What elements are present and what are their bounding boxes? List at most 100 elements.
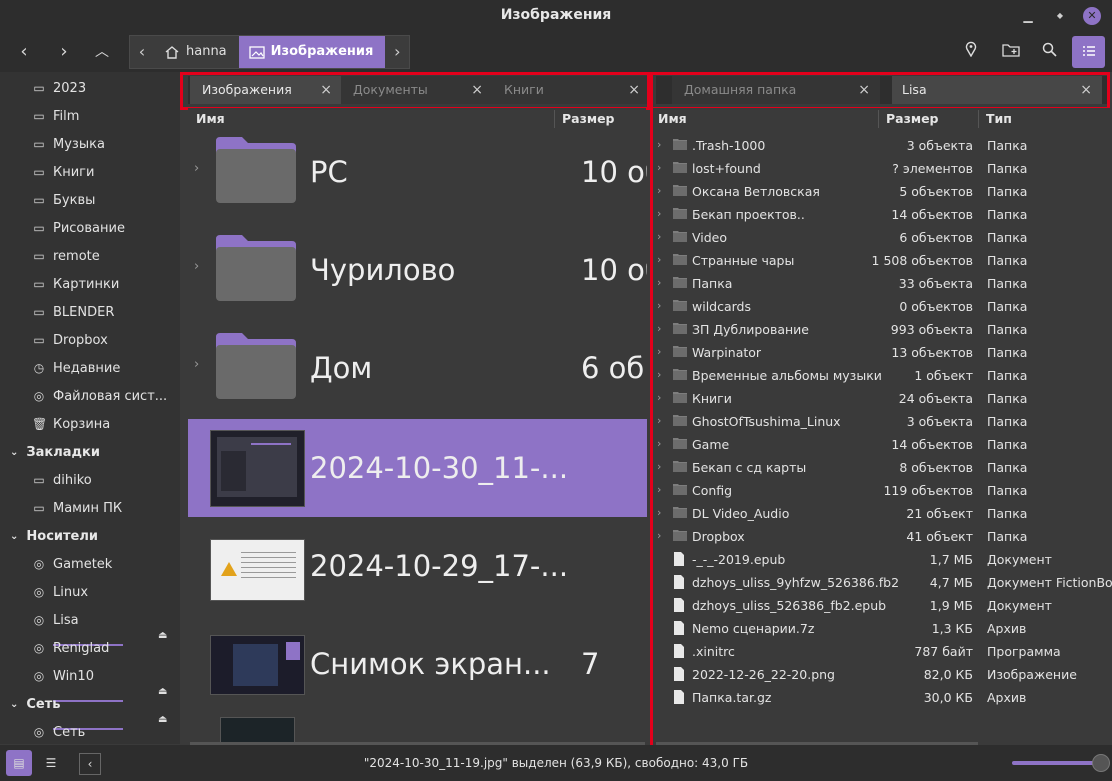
table-row[interactable]: -_-_-2019.epub 1,7 МБ Документ <box>653 548 1112 571</box>
table-row[interactable]: › Временные альбомы музыки 1 объект Папка <box>653 364 1112 387</box>
expand-icon[interactable]: › <box>657 506 661 519</box>
expand-icon[interactable]: › <box>657 253 661 266</box>
list-item-selected[interactable]: 2024-10-30_11-... <box>188 419 647 517</box>
expand-icon[interactable]: › <box>657 322 661 335</box>
back-icon[interactable]: ‹ <box>9 37 39 67</box>
column-name[interactable]: Имя <box>658 111 687 126</box>
table-row[interactable]: › Бекап проектов.. 14 объектов Папка <box>653 203 1112 226</box>
minimize-icon[interactable]: ▁ <box>1018 6 1038 26</box>
table-row[interactable]: Папка.tar.gz 30,0 КБ Архив <box>653 686 1112 709</box>
sidebar-item-reniglad[interactable]: ◎ Reniglad <box>32 637 110 659</box>
sidebar-item-film[interactable]: ▭ Film <box>32 105 79 127</box>
table-row[interactable]: › Папка 33 объекта Папка <box>653 272 1112 295</box>
close-window-icon[interactable]: ✕ <box>1083 7 1101 25</box>
table-row[interactable]: .xinitrc 787 байт Программа <box>653 640 1112 663</box>
expand-icon[interactable]: › <box>657 230 661 243</box>
table-row[interactable]: Nemo сценарии.7z 1,3 КБ Архив <box>653 617 1112 640</box>
expand-icon[interactable]: › <box>657 207 661 220</box>
table-row[interactable]: › Бекап с сд карты 8 объектов Папка <box>653 456 1112 479</box>
expand-icon[interactable]: › <box>657 414 661 427</box>
sidebar-item-drawing[interactable]: ▭ Рисование <box>32 217 125 239</box>
eject-icon[interactable]: ⏏ <box>158 714 167 725</box>
sidebar-item-remote[interactable]: ▭ remote <box>32 245 99 267</box>
up-icon[interactable]: ︿ <box>87 37 117 67</box>
table-row[interactable]: › Video 6 объектов Папка <box>653 226 1112 249</box>
location-pin-icon[interactable] <box>956 37 986 67</box>
sidebar-item-pictures[interactable]: ▭ Картинки <box>32 273 119 295</box>
expand-icon[interactable]: › <box>194 357 199 372</box>
breadcrumb-left-icon[interactable]: ‹ <box>130 36 154 68</box>
forward-icon[interactable]: › <box>49 37 79 67</box>
sidebar-item-dropbox[interactable]: ▭ Dropbox <box>32 329 107 351</box>
expand-icon[interactable]: › <box>657 345 661 358</box>
table-row[interactable]: › .Trash-1000 3 объекта Папка <box>653 134 1112 157</box>
sidebar-item-books[interactable]: ▭ Книги <box>32 161 94 183</box>
zoom-slider-handle[interactable] <box>1092 754 1110 772</box>
breadcrumb-pictures[interactable]: Изображения <box>238 36 386 68</box>
sidebar-item-music[interactable]: ▭ Музыка <box>32 133 105 155</box>
expand-icon[interactable]: › <box>194 259 199 274</box>
column-size[interactable]: Размер <box>562 111 615 126</box>
expand-icon[interactable]: › <box>657 460 661 473</box>
expand-icon[interactable]: › <box>657 437 661 450</box>
table-row[interactable]: › Warpinator 13 объектов Папка <box>653 341 1112 364</box>
column-name[interactable]: Имя <box>196 111 225 126</box>
list-item[interactable]: Снимок экран... 7 <box>188 615 647 713</box>
table-row[interactable]: › ЗП Дублирование 993 объекта Папка <box>653 318 1112 341</box>
eject-icon[interactable]: ⏏ <box>158 630 167 641</box>
sidebar-item-letters[interactable]: ▭ Буквы <box>32 189 95 211</box>
list-item[interactable]: › Чурилово 10 об <box>188 221 647 319</box>
list-view-icon[interactable] <box>1072 36 1105 68</box>
new-folder-icon[interactable] <box>996 37 1026 67</box>
sidebar-item-dihiko[interactable]: ▭ dihiko <box>32 469 91 491</box>
expand-icon[interactable]: › <box>657 184 661 197</box>
column-size[interactable]: Размер <box>886 111 939 126</box>
table-row[interactable]: › lost+found ? элементов Папка <box>653 157 1112 180</box>
table-row[interactable]: dzhoys_uliss_526386_fb2.epub 1,9 МБ Докуме… <box>653 594 1112 617</box>
breadcrumb-home[interactable]: hanna <box>154 36 239 68</box>
table-row[interactable]: › Dropbox 41 объект Папка <box>653 525 1112 548</box>
table-row[interactable]: › GhostOfTsushima_Linux 3 объекта Папка <box>653 410 1112 433</box>
breadcrumb-right-icon[interactable]: › <box>385 36 409 68</box>
sidebar-item-lisa[interactable]: ◎ Lisa <box>32 609 79 631</box>
expand-icon[interactable]: › <box>194 161 199 176</box>
column-type[interactable]: Тип <box>986 111 1012 126</box>
table-row[interactable]: dzhoys_uliss_9yhfzw_526386.fb2 4,7 МБ Доку… <box>653 571 1112 594</box>
sidebar-item-recent[interactable]: ◷ Недавние <box>32 357 121 379</box>
sidebar-section-devices[interactable]: ⌄ Носители <box>10 525 98 547</box>
expand-icon[interactable]: › <box>657 276 661 289</box>
sidebar-section-network[interactable]: ⌄ Сеть <box>10 693 61 715</box>
table-row[interactable]: › Game 14 объектов Папка <box>653 433 1112 456</box>
sidebar-item-trash[interactable]: 🗑 Корзина <box>32 413 110 435</box>
expand-icon[interactable]: › <box>657 483 661 496</box>
table-row[interactable]: › Книги 24 объекта Папка <box>653 387 1112 410</box>
list-item[interactable]: › Дом 6 об <box>188 319 647 417</box>
table-row[interactable]: › wildcards 0 объектов Папка <box>653 295 1112 318</box>
table-row[interactable]: 2022-12-26_22-20.png 82,0 КБ Изображение <box>653 663 1112 686</box>
table-row[interactable]: › Оксана Ветловская 5 объектов Папка <box>653 180 1112 203</box>
eject-icon[interactable]: ⏏ <box>158 686 167 697</box>
search-icon[interactable] <box>1034 37 1064 67</box>
sidebar-item-win10[interactable]: ◎ Win10 <box>32 665 94 687</box>
sidebar-item-network[interactable]: ◎ Сеть <box>32 721 86 743</box>
sidebar-item-mom-pc[interactable]: ▭ Мамин ПК <box>32 497 122 519</box>
list-item[interactable]: › PC 10 об <box>188 131 647 221</box>
sidebar-item-filesystem[interactable]: ◎ Файловая сист... <box>32 385 167 407</box>
expand-icon[interactable]: › <box>657 529 661 542</box>
sidebar-section-bookmarks[interactable]: ⌄ Закладки <box>10 441 100 463</box>
expand-icon[interactable]: › <box>657 138 661 151</box>
expand-icon[interactable]: › <box>657 391 661 404</box>
expand-icon[interactable]: › <box>657 161 661 174</box>
expand-icon[interactable]: › <box>657 299 661 312</box>
expand-icon[interactable]: › <box>657 368 661 381</box>
sidebar-item-gametek[interactable]: ◎ Gametek <box>32 553 113 575</box>
sidebar-item-linux[interactable]: ◎ Linux <box>32 581 88 603</box>
sidebar-item-2023[interactable]: ▭ 2023 <box>32 77 86 99</box>
zoom-slider[interactable] <box>1012 761 1094 765</box>
table-row[interactable]: › Config 119 объектов Папка <box>653 479 1112 502</box>
table-row[interactable]: › Странные чары 1 508 объектов Папка <box>653 249 1112 272</box>
table-row[interactable]: › DL Video_Audio 21 объект Папка <box>653 502 1112 525</box>
maximize-icon[interactable]: ◆ <box>1050 6 1070 26</box>
list-item[interactable]: 2024-10-29_17-... <box>188 517 647 615</box>
sidebar-item-blender[interactable]: ▭ BLENDER <box>32 301 114 323</box>
